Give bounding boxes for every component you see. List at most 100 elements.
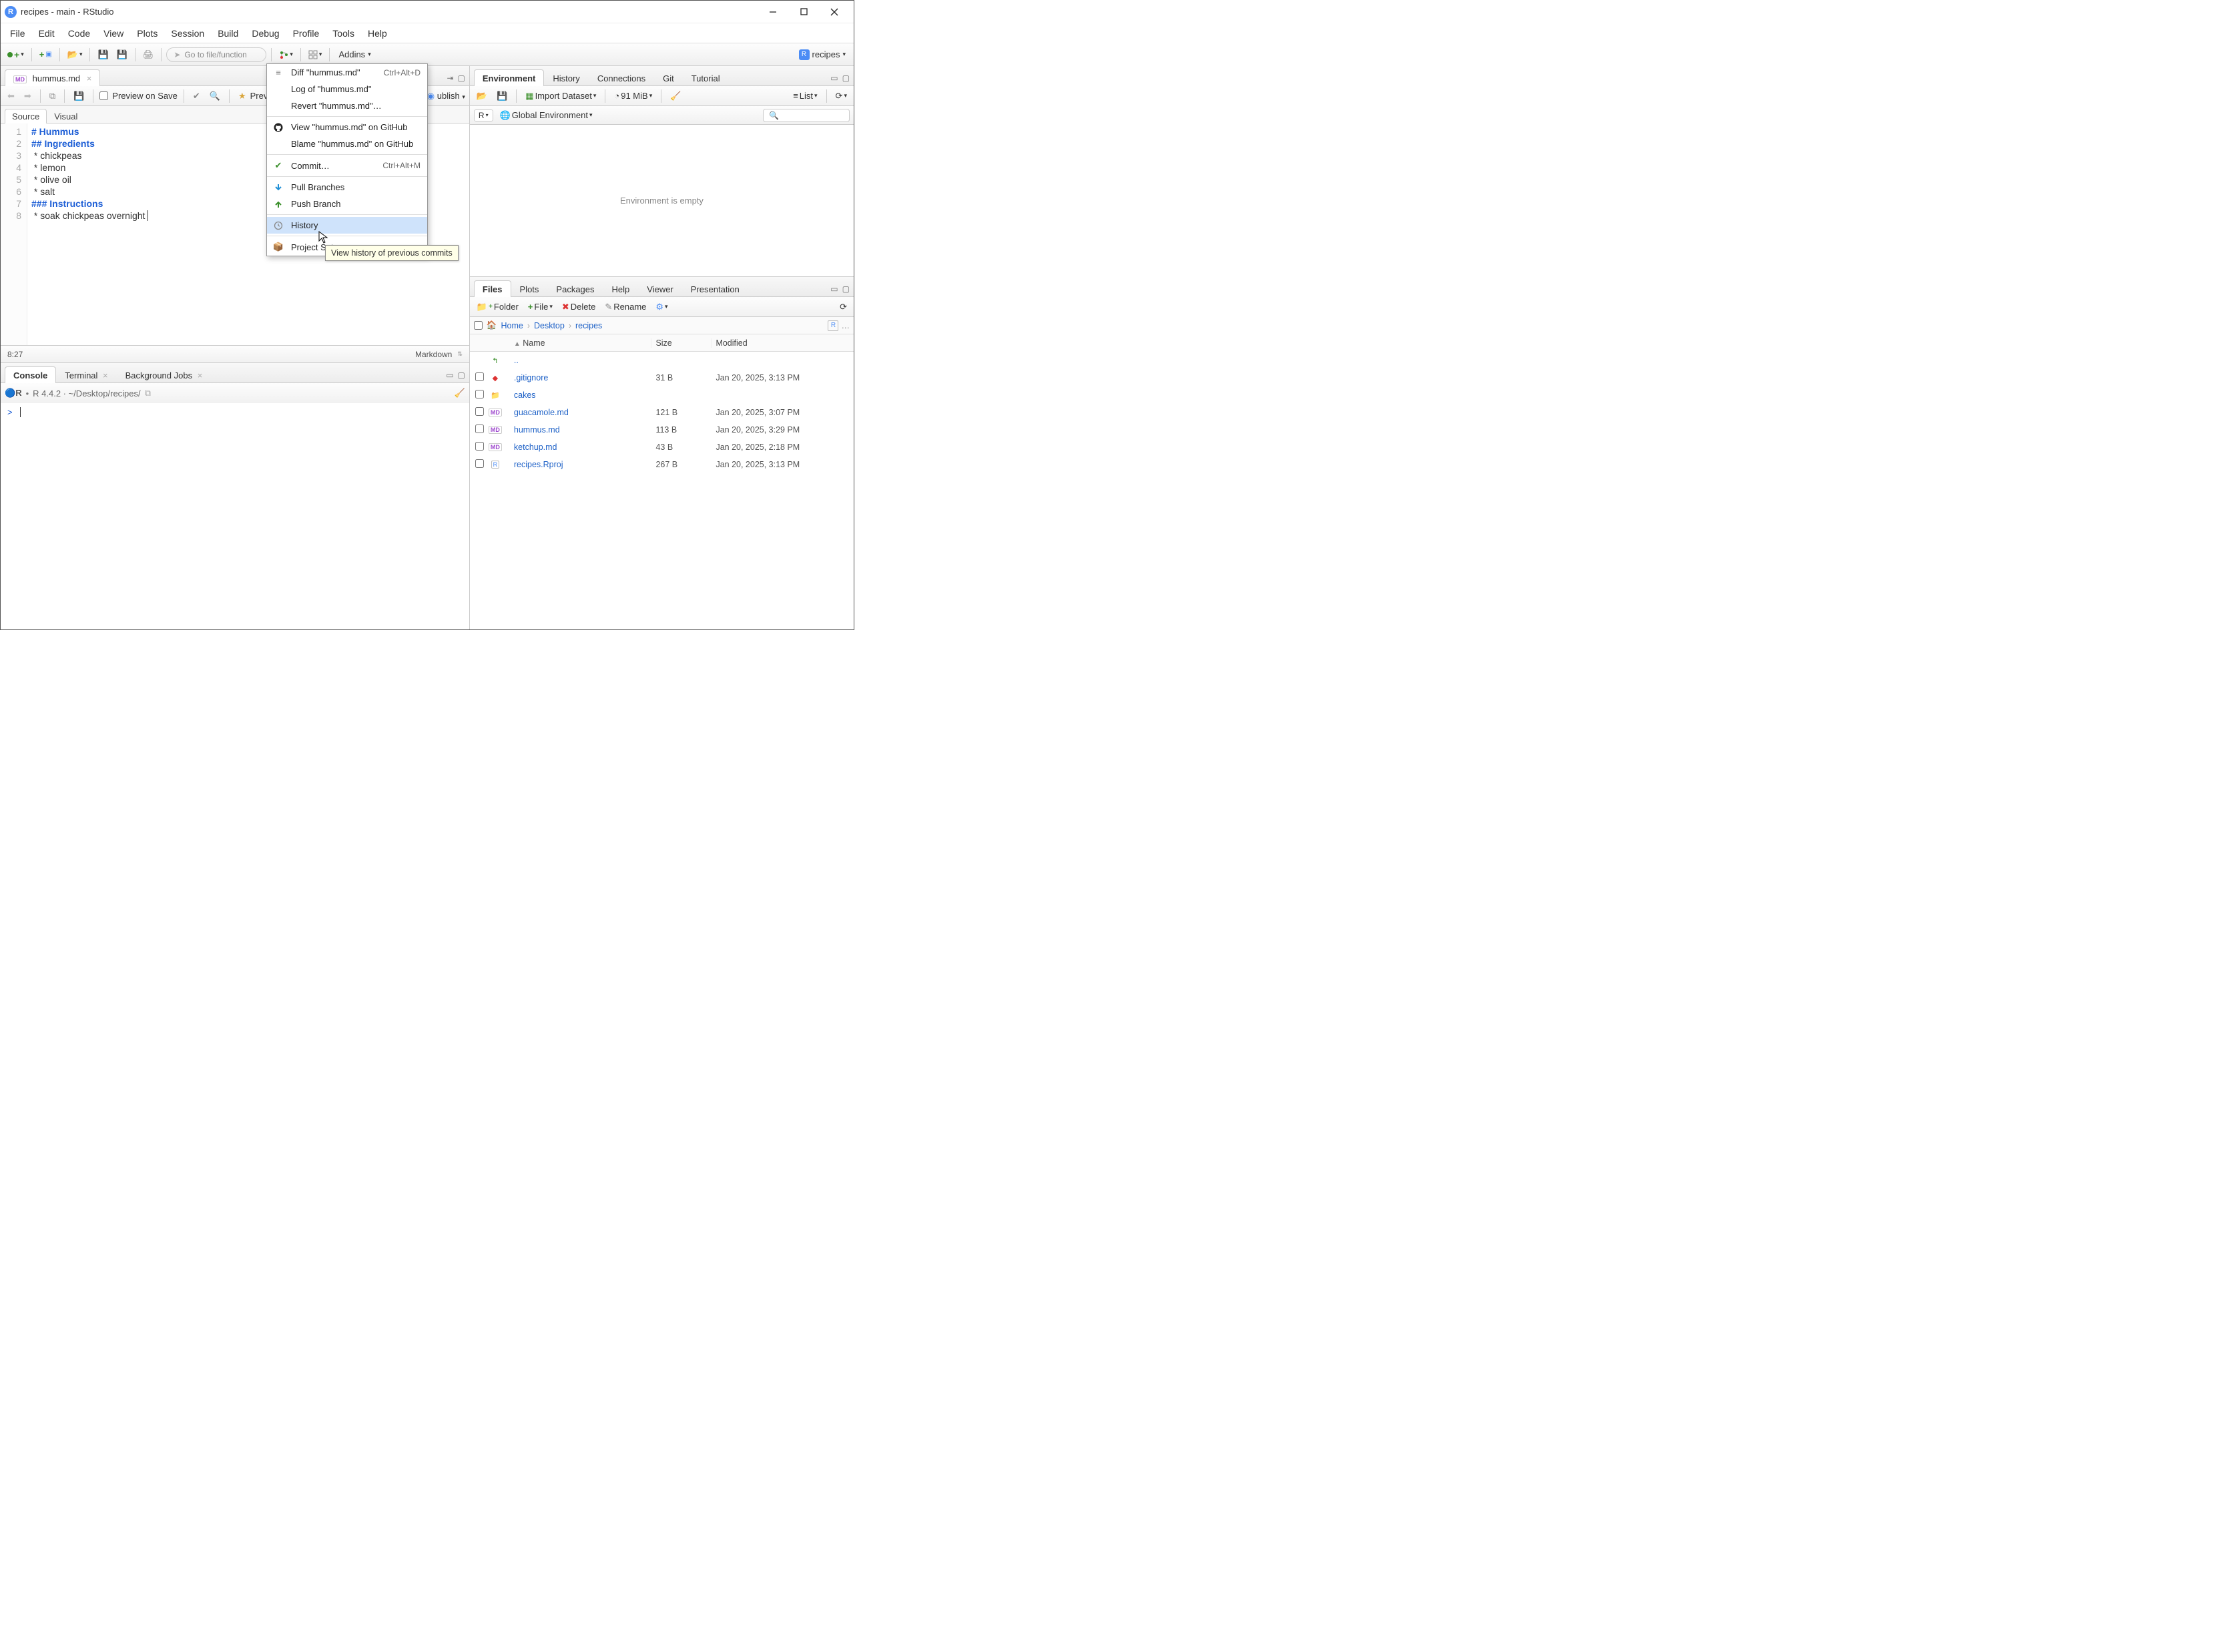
file-checkbox[interactable] bbox=[475, 390, 484, 398]
up-dir-link[interactable]: .. bbox=[514, 356, 519, 365]
menu-item[interactable]: Log of "hummus.md" bbox=[267, 81, 427, 97]
tab-git[interactable]: Git bbox=[654, 69, 683, 86]
menu-profile[interactable]: Profile bbox=[288, 25, 325, 41]
close-button[interactable] bbox=[819, 1, 850, 23]
console-body[interactable]: > bbox=[1, 403, 469, 629]
tab-environment[interactable]: Environment bbox=[474, 69, 544, 86]
menu-session[interactable]: Session bbox=[166, 25, 210, 41]
new-project-button[interactable]: +▣ bbox=[37, 47, 55, 61]
source-on-save-icon[interactable]: ⇥ bbox=[447, 73, 453, 83]
git-toolbar-button[interactable]: ▾ bbox=[276, 48, 296, 61]
menu-item[interactable]: Pull Branches bbox=[267, 179, 427, 196]
save-workspace-button[interactable]: 💾 bbox=[494, 89, 510, 103]
tab-history[interactable]: History bbox=[544, 69, 588, 86]
file-row[interactable]: 📁cakes bbox=[470, 386, 854, 404]
minimize-button[interactable] bbox=[758, 1, 788, 23]
background-jobs-tab[interactable]: Background Jobs × bbox=[117, 366, 212, 383]
col-size[interactable]: Size bbox=[651, 338, 712, 348]
spellcheck-button[interactable]: ✔ bbox=[190, 89, 203, 103]
view-mode-button[interactable]: ≡ List ▾ bbox=[790, 89, 820, 103]
refresh-env-button[interactable]: ⟳▾ bbox=[833, 89, 850, 103]
scope-selector[interactable]: 🌐 Global Environment ▾ bbox=[497, 108, 595, 123]
env-search-input[interactable] bbox=[763, 109, 850, 122]
new-folder-button[interactable]: 📁+ Folder bbox=[474, 300, 521, 314]
clear-env-button[interactable]: 🧹 bbox=[667, 89, 683, 103]
menu-code[interactable]: Code bbox=[63, 25, 95, 41]
tab-help[interactable]: Help bbox=[603, 280, 639, 297]
file-row[interactable]: ◆.gitignore31 BJan 20, 2025, 3:13 PM bbox=[470, 369, 854, 386]
file-link[interactable]: ketchup.md bbox=[514, 443, 557, 452]
menu-item[interactable]: Blame "hummus.md" on GitHub bbox=[267, 135, 427, 152]
load-workspace-button[interactable]: 📂 bbox=[474, 89, 490, 103]
menu-item[interactable]: History bbox=[267, 217, 427, 234]
file-checkbox[interactable] bbox=[475, 459, 484, 468]
menu-item[interactable]: Push Branch bbox=[267, 196, 427, 212]
menu-item[interactable]: ✔Commit…Ctrl+Alt+M bbox=[267, 157, 427, 174]
file-link[interactable]: cakes bbox=[514, 390, 536, 400]
find-button[interactable]: 🔍 bbox=[207, 89, 223, 103]
tab-packages[interactable]: Packages bbox=[547, 280, 603, 297]
save-button[interactable]: 💾 bbox=[95, 47, 111, 62]
col-name[interactable]: ▲ Name bbox=[510, 338, 652, 348]
show-in-new-window-button[interactable]: ⧉ bbox=[47, 89, 58, 103]
menu-item[interactable]: Revert "hummus.md"… bbox=[267, 97, 427, 114]
file-row[interactable]: MDguacamole.md121 BJan 20, 2025, 3:07 PM bbox=[470, 404, 854, 421]
source-mode-tab[interactable]: Source bbox=[5, 109, 47, 123]
print-button[interactable]: 🖨 bbox=[140, 47, 157, 62]
new-file-button[interactable]: +▾ bbox=[5, 47, 27, 62]
menu-view[interactable]: View bbox=[98, 25, 129, 41]
minimize-pane-icon[interactable]: ▭ bbox=[446, 370, 453, 380]
memory-usage-button[interactable]: ◔ 91 MiB ▾ bbox=[611, 89, 655, 103]
forward-button[interactable]: ➡ bbox=[21, 89, 34, 103]
tab-viewer[interactable]: Viewer bbox=[638, 280, 682, 297]
file-checkbox[interactable] bbox=[475, 425, 484, 433]
publish-button[interactable]: ◉ ublish ▾ bbox=[427, 91, 465, 101]
file-link[interactable]: recipes.Rproj bbox=[514, 460, 563, 469]
maximize-pane-icon[interactable]: ▢ bbox=[842, 73, 850, 83]
close-icon[interactable]: × bbox=[198, 370, 203, 380]
open-file-button[interactable]: 📂▾ bbox=[65, 47, 85, 62]
editor-content[interactable]: # Hummus## Ingredients * chickpeas * lem… bbox=[27, 123, 152, 345]
file-row[interactable]: MDketchup.md43 BJan 20, 2025, 2:18 PM bbox=[470, 439, 854, 456]
clear-console-button[interactable]: 🧹 bbox=[455, 388, 465, 398]
select-all-checkbox[interactable] bbox=[474, 321, 483, 330]
tab-presentation[interactable]: Presentation bbox=[682, 280, 748, 297]
breadcrumb-desktop[interactable]: Desktop bbox=[534, 321, 565, 330]
tab-connections[interactable]: Connections bbox=[589, 69, 654, 86]
menu-debug[interactable]: Debug bbox=[246, 25, 284, 41]
breadcrumb-recipes[interactable]: recipes bbox=[575, 321, 602, 330]
language-mode[interactable]: Markdown bbox=[415, 350, 452, 359]
more-button[interactable]: ⚙ ▾ bbox=[653, 300, 670, 314]
maximize-pane-icon[interactable]: ▢ bbox=[458, 370, 465, 380]
minimize-pane-icon[interactable]: ▭ bbox=[830, 73, 838, 83]
file-link[interactable]: .gitignore bbox=[514, 373, 548, 382]
visual-mode-tab[interactable]: Visual bbox=[47, 109, 85, 123]
more-path-button[interactable]: … bbox=[841, 321, 850, 330]
menu-edit[interactable]: Edit bbox=[33, 25, 60, 41]
refresh-files-button[interactable]: ⟳ bbox=[837, 300, 850, 314]
minimize-pane-icon[interactable]: ▭ bbox=[830, 284, 838, 294]
menu-build[interactable]: Build bbox=[212, 25, 244, 41]
save-button[interactable]: 💾 bbox=[71, 89, 87, 103]
import-dataset-button[interactable]: ▦ Import Dataset ▾ bbox=[523, 89, 599, 103]
pane-layout-icon[interactable]: ▢ bbox=[458, 73, 465, 83]
project-menu[interactable]: R recipes ▾ bbox=[795, 48, 850, 61]
home-icon[interactable]: 🏠 bbox=[487, 320, 497, 330]
addins-menu[interactable]: Addins ▾ bbox=[334, 47, 374, 61]
menu-tools[interactable]: Tools bbox=[327, 25, 360, 41]
preview-on-save-checkbox[interactable] bbox=[99, 91, 108, 100]
menu-item[interactable]: ≡Diff "hummus.md"Ctrl+Alt+D bbox=[267, 64, 427, 81]
close-icon[interactable]: × bbox=[103, 370, 108, 380]
new-file-button[interactable]: + File ▾ bbox=[525, 300, 555, 314]
console-tab[interactable]: Console bbox=[5, 366, 56, 383]
col-modified[interactable]: Modified bbox=[712, 338, 854, 348]
menu-plots[interactable]: Plots bbox=[131, 25, 163, 41]
project-root-icon[interactable]: R bbox=[828, 320, 838, 331]
panes-button[interactable]: ▾ bbox=[306, 48, 325, 61]
back-button[interactable]: ⬅ bbox=[5, 89, 17, 103]
file-row[interactable]: MDhummus.md113 BJan 20, 2025, 3:29 PM bbox=[470, 421, 854, 439]
up-dir-icon[interactable]: ↰ bbox=[490, 355, 501, 366]
editor-tab-hummus[interactable]: MD hummus.md × bbox=[5, 69, 100, 86]
menu-item[interactable]: View "hummus.md" on GitHub bbox=[267, 119, 427, 135]
file-link[interactable]: guacamole.md bbox=[514, 408, 569, 417]
